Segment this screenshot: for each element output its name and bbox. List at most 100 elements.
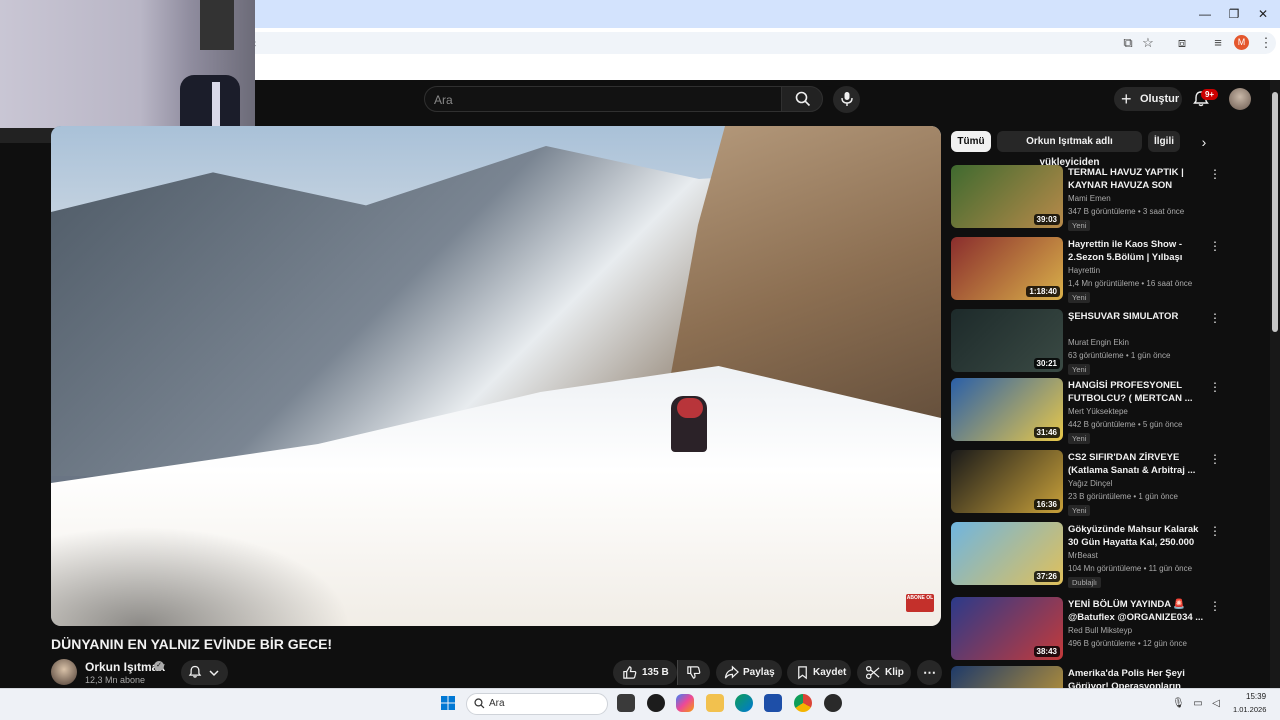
clock-date[interactable]: 1.01.2026 [1233,705,1266,714]
desk [0,128,55,143]
thumbs-up-icon [623,666,637,679]
share-button[interactable]: Paylaş [716,660,782,685]
recommendation-title[interactable]: YENİ BÖLÜM YAYINDA 🚨 @Batuflex @ORGANIZE… [1068,598,1204,624]
chip-all[interactable]: Tümü [951,131,991,152]
recommendation-item[interactable]: 1:18:40 Hayrettin ile Kaos Show - 2.Sezon… [951,237,1221,305]
more-vertical-icon[interactable]: ⋮ [1209,380,1221,394]
recommendation-meta: 104 Mn görüntüleme • 11 gün önce [1068,564,1193,573]
notification-settings-button[interactable] [181,660,228,685]
media-control-icon[interactable]: ≡ [1210,35,1226,51]
scissors-icon [865,665,880,680]
video-duration: 37:26 [1033,571,1060,582]
recommendation-badge: Yeni [1068,505,1091,516]
more-vertical-icon[interactable]: ⋮ [1209,167,1221,181]
subscribe-watermark[interactable]: ABONE OL [906,594,934,612]
search-button[interactable] [781,86,823,112]
channel-name[interactable]: Orkun Işıtmak [85,660,165,674]
minimize-icon[interactable]: — [1190,4,1220,24]
recommendation-meta: 347 B görüntüleme • 3 saat önce [1068,207,1185,216]
dislike-button[interactable] [677,660,710,685]
more-vertical-icon[interactable]: ⋮ [1209,668,1211,682]
more-actions-button[interactable]: ⋯ [917,660,942,685]
save-button[interactable]: Kaydet [787,660,851,685]
volume-icon[interactable]: ◁ [1210,698,1222,710]
recommendation-meta: 496 B görüntüleme • 12 gün önce [1068,639,1187,648]
recommendation-title[interactable]: Amerika'da Polis Her Şeyi Görüyor! Opera… [1068,667,1204,688]
store-icon[interactable] [764,694,782,712]
recommendation-badge: Yeni [1068,220,1091,231]
maximize-icon[interactable]: ❐ [1219,4,1249,24]
video-duration: 30:21 [1033,358,1060,369]
more-vertical-icon[interactable]: ⋮ [1209,452,1221,466]
close-icon[interactable]: ✕ [1248,4,1278,24]
recommendation-item[interactable]: 16:36 CS2 SIFIR'DAN ZİRVEYE (Katlama Sana… [951,450,1221,518]
voice-search-button[interactable] [833,86,860,113]
copilot-icon[interactable] [676,694,694,712]
video-thumbnail[interactable]: 30:21 [951,309,1063,372]
recommendation-title[interactable]: Gökyüzünde Mahsur Kalarak 30 Gün Hayatta… [1068,523,1204,549]
browser-menu-icon[interactable]: ⋮ [1258,35,1274,51]
recommendation-item[interactable]: 38:43 YENİ BÖLÜM YAYINDA 🚨 @Batuflex @ORG… [951,597,1221,665]
edge-icon[interactable] [735,694,753,712]
recommendation-title[interactable]: HANGİSİ PROFESYONEL FUTBOLCU? ( MERTCAN … [1068,379,1204,405]
video-player[interactable]: ABONE OL [51,126,941,626]
windows-start-icon[interactable] [440,695,456,711]
clip-label: Klip [885,667,904,678]
chrome-icon[interactable] [794,694,812,712]
recommendation-item[interactable]: 39:03 TERMAL HAVUZ YAPTIK | KAYNAR HAVUZA… [951,165,1221,233]
taskbar-search[interactable] [466,693,608,715]
video-thumbnail[interactable]: 37:26 [951,522,1063,585]
more-vertical-icon[interactable]: ⋮ [1209,599,1221,613]
chip-related[interactable]: İlgili [1148,131,1180,152]
clip-button[interactable]: Klip [857,660,911,685]
recommendation-item[interactable]: 30:21 ŞEHSUVAR SIMULATOR Murat Engin Ekin 6… [951,309,1221,377]
channel-avatar[interactable] [51,659,77,685]
page-scrollbar-thumb[interactable] [1272,92,1278,332]
recommendation-badge: Dublajlı [1068,577,1102,588]
search-placeholder: Ara [434,93,453,107]
recommendation-badge: Yeni [1068,292,1091,303]
notification-badge: 9+ [1201,89,1218,100]
recommendation-title[interactable]: ŞEHSUVAR SIMULATOR [1068,310,1204,323]
video-frame-climber-jacket [677,398,703,418]
clock-time[interactable]: 15:39 [1246,692,1266,701]
thumbs-down-icon [687,666,701,679]
recommendation-meta: 63 görüntüleme • 1 gün önce [1068,351,1171,360]
video-thumbnail[interactable]: 16:36 [951,450,1063,513]
search-input[interactable] [424,86,782,112]
app-icon-media[interactable] [824,694,842,712]
task-view-icon[interactable] [617,694,635,712]
video-thumbnail[interactable]: 38:43 [951,597,1063,660]
microphone-icon[interactable]: 🎙 [1172,698,1185,710]
recommendation-item[interactable]: 37:26 Gökyüzünde Mahsur Kalarak 30 Gün Ha… [951,522,1221,590]
file-explorer-icon[interactable] [706,694,724,712]
video-thumbnail[interactable]: 1:18:40 [951,237,1063,300]
recommendation-item[interactable]: Amerika'da Polis Her Şeyi Görüyor! Opera… [951,666,1211,688]
profile-avatar[interactable]: M [1234,35,1249,50]
recommendation-meta: 1,4 Mn görüntüleme • 16 saat önce [1068,279,1193,288]
save-label: Kaydet [813,667,847,678]
recommendation-title[interactable]: TERMAL HAVUZ YAPTIK | KAYNAR HAVUZA SON … [1068,166,1204,192]
more-vertical-icon[interactable]: ⋮ [1209,239,1221,253]
more-vertical-icon[interactable]: ⋮ [1209,311,1221,325]
recommendation-title[interactable]: CS2 SIFIR'DAN ZİRVEYE (Katlama Sanatı & … [1068,451,1204,477]
extensions-icon[interactable]: ⧈ [1174,35,1190,51]
video-thumbnail[interactable]: 39:03 [951,165,1063,228]
recommendation-badge: Yeni [1068,364,1091,375]
display-icon[interactable]: ▭ [1192,698,1204,710]
bookmark-star-icon[interactable]: ☆ [1140,35,1156,51]
chevron-right-icon[interactable]: › [1196,134,1212,150]
more-vertical-icon[interactable]: ⋮ [1209,524,1221,538]
like-button[interactable]: 135 B [613,660,677,685]
user-avatar[interactable] [1229,88,1251,110]
video-thumbnail[interactable] [951,666,1063,688]
app-icon-dark[interactable] [647,694,665,712]
recommendation-channel: Yağız Dinçel [1068,479,1113,488]
video-thumbnail[interactable]: 31:46 [951,378,1063,441]
chip-from-uploader[interactable]: Orkun Işıtmak adlı yükleyiciden [997,131,1142,168]
subscriber-count: 12,3 Mn abone [85,675,146,685]
cast-icon[interactable]: ⧉ [1120,35,1136,51]
bell-icon [188,665,202,678]
recommendation-item[interactable]: 31:46 HANGİSİ PROFESYONEL FUTBOLCU? ( MER… [951,378,1221,446]
recommendation-title[interactable]: Hayrettin ile Kaos Show - 2.Sezon 5.Bölü… [1068,238,1204,264]
